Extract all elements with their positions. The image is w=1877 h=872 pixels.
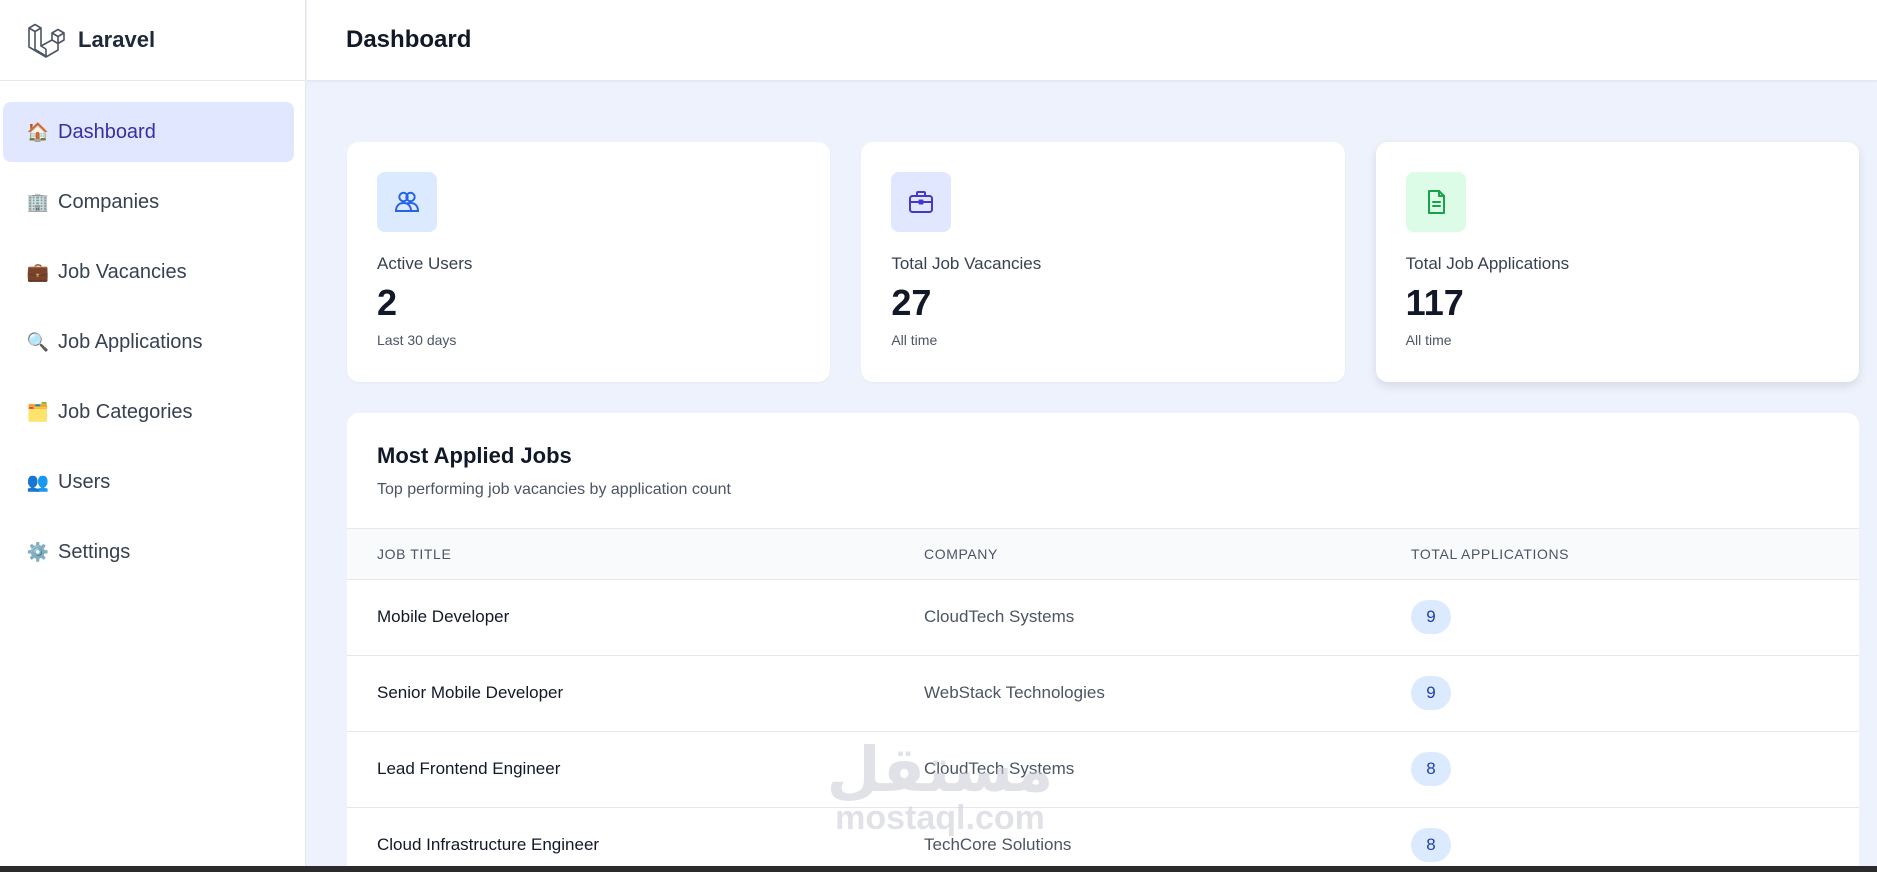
house-icon: 🏠 [26,121,50,142]
stats-cards: Active Users 2 Last 30 days Total Job Va… [347,142,1859,382]
column-header-company: COMPANY [924,545,998,562]
sidebar-item-settings[interactable]: ⚙️ Settings [3,522,294,582]
gear-icon: ⚙️ [26,541,50,562]
sidebar-item-label: Companies [58,190,160,213]
magnifier-icon: 🔍 [26,331,50,352]
sidebar-item-label: Job Vacancies [58,260,187,283]
table-row[interactable]: Senior Mobile Developer WebStack Technol… [347,655,1859,731]
sidebar-item-job-vacancies[interactable]: 💼 Job Vacancies [3,242,294,302]
application-count-badge: 9 [1411,600,1451,634]
table-header-row: JOB TITLE COMPANY TOTAL APPLICATIONS [347,529,1859,579]
stat-period: All time [1405,332,1452,348]
application-count-badge: 8 [1411,828,1451,863]
office-building-icon: 🏢 [26,191,50,212]
stat-card-active-users: Active Users 2 Last 30 days [347,142,831,382]
sidebar-item-users[interactable]: 👥 Users [3,452,294,512]
most-applied-jobs-panel: Most Applied Jobs Top performing job vac… [347,413,1859,872]
brand[interactable]: Laravel [0,0,305,81]
table-row[interactable]: Cloud Infrastructure Engineer TechCore S… [347,807,1859,872]
sidebar-nav: 🏠 Dashboard 🏢 Companies 💼 Job Vacancies … [0,81,305,582]
column-header-job-title: JOB TITLE [377,545,452,562]
application-count-badge: 8 [1411,752,1451,786]
sidebar-item-label: Job Applications [58,330,203,353]
briefcase-icon: 💼 [26,261,50,282]
sidebar-item-label: Users [58,470,111,493]
application-count-badge: 9 [1411,676,1451,710]
stat-value: 117 [1405,282,1464,323]
sidebar-item-dashboard[interactable]: 🏠 Dashboard [3,102,294,162]
brand-name: Laravel [78,27,156,52]
table-row[interactable]: Lead Frontend Engineer CloudTech Systems… [347,731,1859,807]
company-cell: TechCore Solutions [924,835,1072,855]
sidebar-item-label: Settings [58,540,131,563]
job-title-cell: Mobile Developer [377,607,510,626]
company-cell: WebStack Technologies [924,683,1105,702]
sidebar-item-job-applications[interactable]: 🔍 Job Applications [3,312,294,372]
folder-icon: 🗂️ [26,401,50,422]
briefcase-icon [891,172,952,232]
users-icon: 👥 [26,471,50,492]
sidebar-item-job-categories[interactable]: 🗂️ Job Categories [3,382,294,442]
page-title: Dashboard [346,26,472,53]
sidebar-item-label: Dashboard [58,120,156,143]
laravel-logo-icon [28,23,65,58]
company-cell: CloudTech Systems [924,607,1075,626]
panel-header: Most Applied Jobs Top performing job vac… [347,413,1859,529]
job-title-cell: Senior Mobile Developer [377,683,564,702]
job-title-cell: Cloud Infrastructure Engineer [377,835,600,855]
most-applied-jobs-table: JOB TITLE COMPANY TOTAL APPLICATIONS Mob… [347,529,1859,872]
stat-label: Active Users [377,254,473,273]
column-header-total-applications: TOTAL APPLICATIONS [1411,545,1570,562]
sidebar-item-companies[interactable]: 🏢 Companies [3,172,294,232]
top-bar: Dashboard [307,0,1877,81]
stat-label: Total Job Vacancies [891,254,1042,273]
stat-card-total-job-applications: Total Job Applications 117 All time [1375,142,1859,382]
stat-value: 27 [891,282,932,323]
sidebar-item-label: Job Categories [58,400,193,423]
sidebar: Laravel 🏠 Dashboard 🏢 Companies 💼 Job Va… [0,0,306,866]
document-icon [1405,172,1466,232]
stat-period: All time [891,332,938,348]
users-icon [377,172,437,232]
stat-label: Total Job Applications [1405,254,1570,273]
stat-value: 2 [377,282,398,323]
stat-card-total-job-vacancies: Total Job Vacancies 27 All time [861,142,1345,382]
stat-period: Last 30 days [377,332,457,348]
panel-subtitle: Top performing job vacancies by applicat… [377,481,731,498]
company-cell: CloudTech Systems [924,759,1075,778]
job-title-cell: Lead Frontend Engineer [377,759,561,778]
panel-title: Most Applied Jobs [377,443,572,468]
window-bottom-edge [0,866,1877,872]
table-row[interactable]: Mobile Developer CloudTech Systems 9 [347,579,1859,655]
